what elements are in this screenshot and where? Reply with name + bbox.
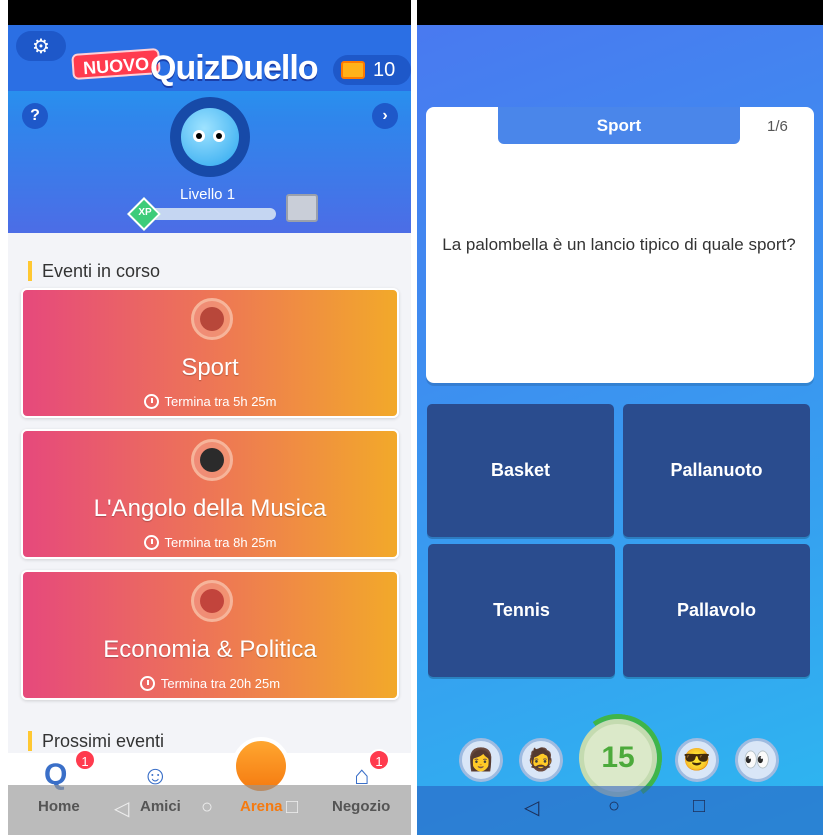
event-name: L'Angolo della Musica [93,495,327,522]
help-button[interactable]: ? [22,103,48,129]
answer-button-3[interactable]: Tennis [428,544,615,677]
gift-icon[interactable] [286,194,318,222]
events-section-title: Eventi in corso [28,261,160,281]
settings-button[interactable]: ⚙ [16,31,66,61]
question-counter: 1/6 [767,118,788,135]
recents-icon[interactable]: □ [286,796,298,819]
help-icon: ? [30,107,40,124]
quiz-screen: Sport 1/6 La palombella è un lancio tipi… [417,0,823,835]
medal-icon [185,435,239,493]
tickets-counter[interactable]: 10 [333,55,411,85]
nav-friends[interactable]: Amici [140,798,181,815]
home-screen: ⚙ NUOVO QuizDuello 10 ? › Livello 1 XP E… [8,0,411,835]
player-avatar: 👩 [459,738,503,782]
event-card-music[interactable]: L'Angolo della Musica Termina tra 8h 25m [21,429,399,559]
event-timer: Termina tra 8h 25m [23,535,397,550]
event-timer-text: Termina tra 5h 25m [164,394,277,409]
avatar[interactable] [170,97,250,177]
medal-icon [185,576,239,634]
event-name: Sport [181,354,239,381]
xp-label: XP [138,207,152,218]
nav-shop[interactable]: Negozio [332,798,390,815]
xp-progress-bar [148,208,276,220]
event-timer-text: Termina tra 8h 25m [164,535,277,550]
player-avatar: 👀 [735,738,779,782]
answer-button-1[interactable]: Basket [427,404,614,537]
next-button[interactable]: › [372,103,398,129]
tickets-count: 10 [373,58,396,81]
avatar-face [181,108,239,166]
nav-home[interactable]: Home [38,798,80,815]
back-icon[interactable]: ◁ [114,796,129,821]
event-timer: Termina tra 5h 25m [23,394,397,409]
clock-icon [139,676,155,691]
event-timer-text: Termina tra 20h 25m [160,676,281,691]
answer-button-4[interactable]: Pallavolo [623,544,810,677]
event-card-economy[interactable]: Economia & Politica Termina tra 20h 25m [21,570,399,700]
question-text: La palombella è un lancio tipico di qual… [442,235,796,254]
recents-icon[interactable]: □ [693,795,705,818]
status-bar [8,0,411,25]
event-timer: Termina tra 20h 25m [23,676,397,691]
level-label: Livello 1 [180,186,236,203]
player-avatar: 😎 [675,738,719,782]
category-tab: Sport [498,107,740,144]
shop-badge: 1 [368,749,390,771]
gear-icon: ⚙ [32,35,50,58]
clock-icon [143,394,159,409]
back-icon[interactable]: ◁ [524,795,539,820]
medal-icon [185,294,239,352]
event-card-sport[interactable]: Sport Termina tra 5h 25m [21,288,399,418]
answer-button-2[interactable]: Pallanuoto [623,404,810,537]
nav-arena[interactable]: Arena [240,798,283,815]
event-name: Economia & Politica [103,636,317,663]
chevron-right-icon: › [382,107,388,124]
clock-icon [143,535,159,550]
home-circle-icon[interactable]: ○ [608,795,620,818]
avatar-eye [213,130,225,142]
upcoming-section-title: Prossimi eventi [28,731,164,751]
status-bar [417,0,823,25]
home-circle-icon[interactable]: ○ [201,796,213,819]
home-badge: 1 [74,749,96,771]
avatar-eye [193,130,205,142]
new-badge: NUOVO [71,47,161,81]
ticket-icon [341,61,365,79]
app-logo: QuizDuello [150,49,319,87]
player-avatar: 🧔 [519,738,563,782]
